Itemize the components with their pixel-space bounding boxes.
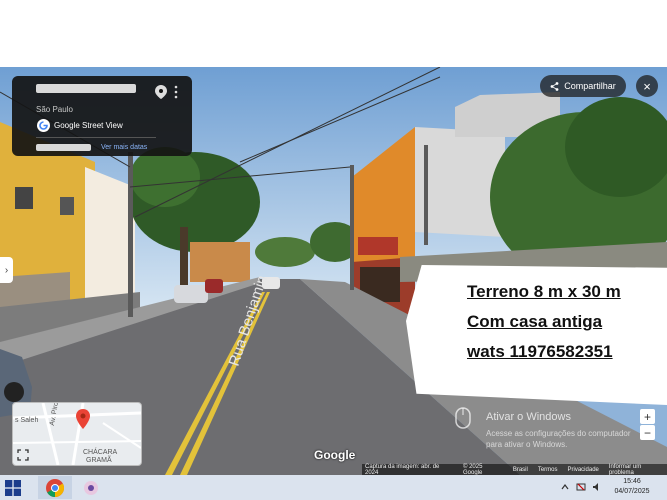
redacted-date xyxy=(36,144,91,151)
minimap-label-area: CHÁCARA xyxy=(83,449,118,456)
volume-icon[interactable] xyxy=(592,482,602,492)
redacted-address xyxy=(36,84,136,93)
report-problem-link[interactable]: Informar um problema xyxy=(609,464,667,476)
clock-time: 15:46 xyxy=(623,478,641,485)
tray-chevron-up-icon[interactable] xyxy=(560,482,570,492)
privacy-link[interactable]: Privacidade xyxy=(568,467,599,473)
info-divider xyxy=(36,137,156,138)
minimap-label-area2: GRAMÃ xyxy=(86,457,112,464)
top-blank-area xyxy=(0,0,667,67)
expand-icon[interactable] xyxy=(17,449,29,461)
chevron-left-icon: › xyxy=(4,264,9,276)
terms-link[interactable]: Termos xyxy=(538,467,558,473)
chrome-taskbar-button[interactable] xyxy=(38,476,72,499)
more-dates-link[interactable]: Ver mais datas xyxy=(101,144,147,151)
nav-left-arrow-button[interactable]: › xyxy=(0,257,13,283)
copyright: © 2025 Google xyxy=(463,463,483,476)
zoom-in-button[interactable]: + xyxy=(640,409,655,424)
taskbar: 15:46 04/07/2025 xyxy=(0,475,667,500)
clock-date: 04/07/2025 xyxy=(614,488,650,495)
network-icon[interactable] xyxy=(576,482,586,492)
google-watermark: Google xyxy=(314,448,356,462)
attribution-bar: Captura da imagem: abr. de 2024 © 2025 G… xyxy=(362,464,667,475)
street-view-label: Google Street View xyxy=(54,121,123,130)
location-info-card: São Paulo Google Street View Ver mais da… xyxy=(12,76,192,156)
activate-windows-title: Ativar o Windows xyxy=(486,411,571,423)
taskbar-clock[interactable]: 15:46 04/07/2025 xyxy=(612,477,652,497)
minimap[interactable]: s Saleh Av. Pirotti CHÁCARA GRAMÃ xyxy=(12,402,142,466)
close-button[interactable]: × xyxy=(636,75,658,97)
overlay-line-house: Com casa antiga xyxy=(467,312,603,331)
app-taskbar-icon[interactable] xyxy=(82,479,100,497)
overlay-line-land: Terreno 8 m x 30 m xyxy=(467,282,621,301)
share-label: Compartilhar xyxy=(564,81,616,91)
zoom-out-button[interactable]: − xyxy=(640,425,655,440)
activate-windows-subtitle: Acesse as configurações do computador pa… xyxy=(486,429,631,449)
city-label: São Paulo xyxy=(36,105,73,114)
share-button[interactable]: Compartilhar xyxy=(540,75,626,97)
close-icon: × xyxy=(643,78,651,94)
share-icon xyxy=(550,81,559,91)
overlay-line-contact: wats 11976582351 xyxy=(467,342,613,361)
mouse-icon xyxy=(455,407,471,429)
street-view-viewer[interactable]: Rua Benjamin › São Paulo Google Street V… xyxy=(0,67,667,475)
minimap-label-saleh: s Saleh xyxy=(15,417,39,424)
more-vertical-icon[interactable] xyxy=(173,85,179,99)
windows-start-icon[interactable] xyxy=(5,480,21,496)
capture-date: Captura da imagem: abr. de 2024 xyxy=(365,463,440,476)
location-pin-icon[interactable] xyxy=(155,85,167,99)
country-link[interactable]: Brasil xyxy=(513,467,528,473)
chrome-icon xyxy=(46,478,64,497)
google-logo-icon xyxy=(37,119,50,132)
map-marker-icon xyxy=(76,409,90,429)
